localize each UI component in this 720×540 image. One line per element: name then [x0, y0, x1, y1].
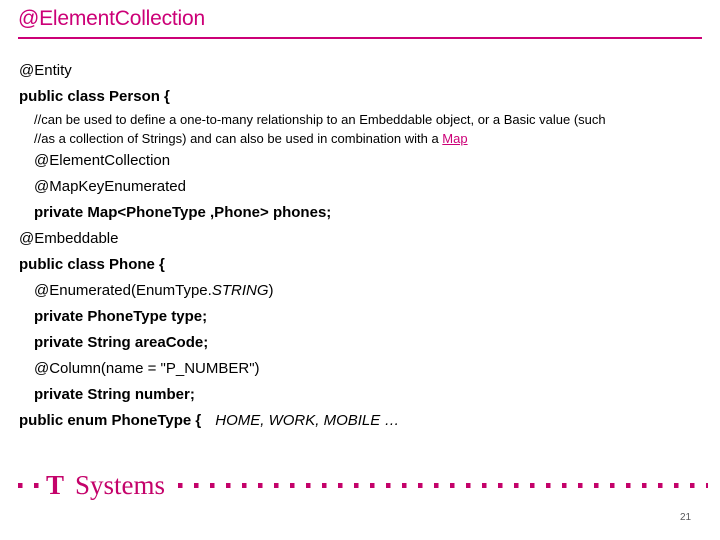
page-title: @ElementCollection	[18, 7, 205, 30]
code-enumerated-suffix: )	[268, 282, 274, 299]
code-line-phonetype-enum-decl: public enum PhoneType { HOME, WORK, MOBIL…	[0, 408, 720, 434]
code-line-enumerated-annotation: @Enumerated(EnumType.STRING)	[0, 278, 720, 304]
code-enumerated-prefix: @Enumerated(EnumType.	[34, 282, 212, 299]
code-comment-line-1: //can be used to define a one-to-many re…	[34, 112, 606, 127]
t-systems-logo-wordmark: Systems	[75, 469, 166, 500]
code-line-areacode-field: private String areaCode;	[34, 334, 209, 351]
code-comment-line-2-text: //as a collection of Strings) and can al…	[34, 131, 443, 146]
slide-content: @Entity public class Person { //can be u…	[0, 58, 720, 434]
slide-footer: T Systems	[0, 469, 720, 502]
code-line-phones-field: private Map<PhoneType ,Phone> phones;	[34, 204, 332, 221]
code-line-mapkeyenumerated-annotation: @MapKeyEnumerated	[34, 178, 186, 195]
code-comment-line-2: //as a collection of Strings) and can al…	[0, 129, 720, 148]
code-phonetype-enum-keyword: public enum PhoneType {	[19, 412, 202, 429]
title-divider	[18, 37, 702, 39]
code-enumerated-string-literal: STRING	[211, 282, 269, 299]
slide-header: @ElementCollection	[18, 6, 702, 39]
code-line-number-field: private String number;	[34, 386, 195, 403]
code-line-entity-annotation: @Entity	[19, 62, 72, 79]
code-line-type-field: private PhoneType type;	[34, 308, 208, 325]
code-phonetype-enum-values: HOME, WORK, MOBILE …	[215, 412, 400, 429]
code-line-elementcollection-annotation: @ElementCollection	[34, 152, 171, 169]
map-hyperlink[interactable]: Map	[442, 131, 467, 146]
t-systems-logo: T Systems	[44, 469, 168, 500]
page-number: 21	[680, 512, 692, 523]
code-line-column-annotation: @Column(name = "P_NUMBER")	[34, 360, 260, 377]
code-line-phone-class-decl: public class Phone {	[19, 256, 165, 273]
t-logo-mark-icon: T	[46, 469, 65, 500]
code-line-embeddable-annotation: @Embeddable	[19, 230, 119, 247]
code-line-person-class-decl: public class Person {	[19, 88, 170, 105]
